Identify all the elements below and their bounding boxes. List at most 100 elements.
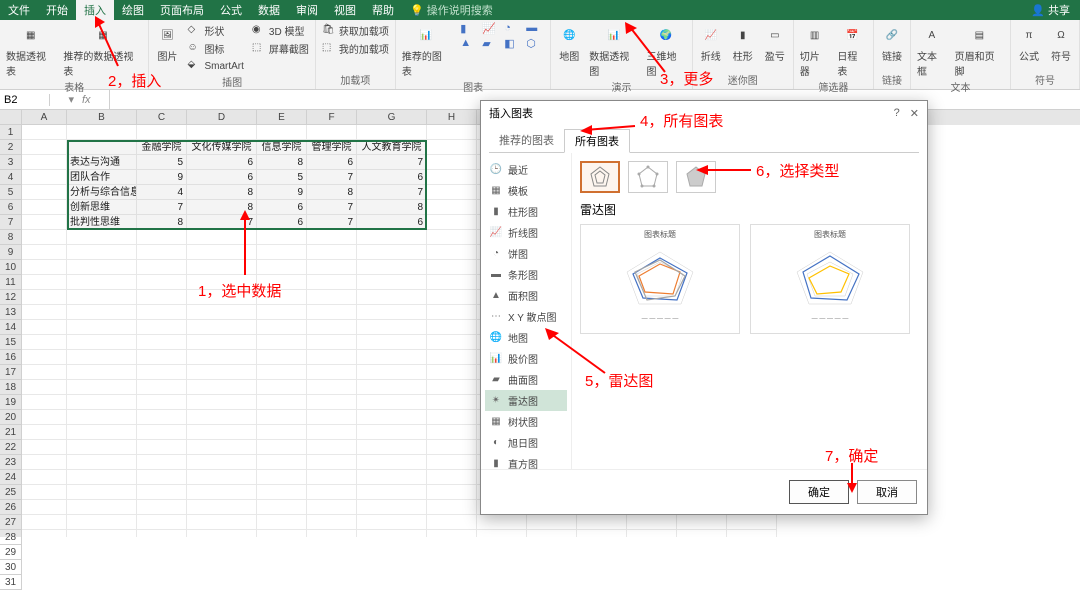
cell[interactable] [22,320,67,335]
cell[interactable] [187,260,257,275]
cell[interactable] [357,275,427,290]
ribbon-btn[interactable]: 📊推荐的图表 [400,22,452,79]
row-header[interactable]: 2 [0,140,22,155]
chart-category-item[interactable]: ⋯X Y 散点图 [485,306,567,327]
cell[interactable] [307,335,357,350]
cell[interactable] [137,515,187,530]
cell[interactable]: 8 [137,215,187,230]
col-header[interactable]: G [357,110,427,125]
row-header[interactable]: 6 [0,200,22,215]
cell[interactable]: 8 [187,200,257,215]
ribbon-btn[interactable]: ◇形状 [185,22,245,39]
cell[interactable]: 7 [357,185,427,200]
chart-type-icon[interactable]: ▮ [460,22,480,35]
cell[interactable] [187,275,257,290]
cell[interactable] [187,485,257,500]
radar-subtype-filled[interactable] [676,161,716,193]
cell[interactable] [357,320,427,335]
cell[interactable] [307,125,357,140]
cell[interactable] [427,440,477,455]
cell[interactable] [137,380,187,395]
cell[interactable] [577,515,627,530]
cell[interactable] [67,230,137,245]
row-header[interactable]: 12 [0,290,22,305]
row-header[interactable]: 20 [0,410,22,425]
cell[interactable] [427,140,477,155]
cell[interactable] [67,275,137,290]
cell[interactable] [187,410,257,425]
row-header[interactable]: 4 [0,170,22,185]
cell[interactable] [357,410,427,425]
cell[interactable] [67,335,137,350]
ribbon-btn[interactable]: Ω符号 [1047,22,1075,64]
cell[interactable]: 团队合作 [67,170,137,185]
cell[interactable]: 文化传媒学院 [187,140,257,155]
cell[interactable] [67,515,137,530]
ribbon-btn[interactable]: A文本框 [915,22,949,79]
cell[interactable] [357,515,427,530]
cell[interactable] [357,395,427,410]
cell[interactable] [137,305,187,320]
cell[interactable] [257,245,307,260]
cell[interactable]: 表达与沟通 [67,155,137,170]
cell[interactable] [22,215,67,230]
cell[interactable] [67,470,137,485]
cell[interactable] [257,485,307,500]
cell[interactable] [187,335,257,350]
cell[interactable] [307,410,357,425]
cell[interactable]: 6 [257,200,307,215]
cell[interactable] [357,305,427,320]
cell[interactable] [427,515,477,530]
cell[interactable] [727,515,777,530]
cell[interactable] [427,260,477,275]
cell[interactable] [257,425,307,440]
cell[interactable] [257,500,307,515]
cell[interactable] [427,215,477,230]
dialog-close-icon[interactable]: ✕ [910,107,919,120]
ribbon-btn[interactable]: ☺图标 [185,40,245,57]
cell[interactable] [187,290,257,305]
cell[interactable] [67,455,137,470]
cell[interactable] [257,380,307,395]
cell[interactable] [257,395,307,410]
cell[interactable] [67,485,137,500]
cell[interactable] [257,350,307,365]
row-header[interactable]: 24 [0,470,22,485]
cell[interactable] [357,260,427,275]
cell[interactable]: 管理学院 [307,140,357,155]
row-header[interactable]: 26 [0,500,22,515]
cell[interactable] [67,125,137,140]
cell[interactable] [187,125,257,140]
cell[interactable] [187,395,257,410]
cell[interactable] [357,350,427,365]
ribbon-btn[interactable]: ▦推荐的数据透视表 [61,22,144,79]
cell[interactable] [427,350,477,365]
cell[interactable] [67,305,137,320]
cell[interactable] [427,275,477,290]
cell[interactable] [137,485,187,500]
cell[interactable] [307,320,357,335]
col-header[interactable]: F [307,110,357,125]
row-header[interactable]: 29 [0,545,22,560]
col-header[interactable]: C [137,110,187,125]
cell[interactable] [22,305,67,320]
ribbon-btn[interactable]: π公式 [1015,22,1043,64]
chart-category-item[interactable]: 🕒最近 [485,159,567,180]
chart-type-icon[interactable]: 📈 [482,22,502,35]
cell[interactable] [427,500,477,515]
cell[interactable] [22,365,67,380]
col-header[interactable]: H [427,110,477,125]
cell[interactable] [22,275,67,290]
cell[interactable] [22,230,67,245]
cell[interactable] [307,260,357,275]
cell[interactable] [187,380,257,395]
cell[interactable] [187,320,257,335]
cell[interactable] [187,470,257,485]
cell[interactable]: 7 [307,170,357,185]
row-header[interactable]: 17 [0,365,22,380]
tab-view[interactable]: 视图 [326,0,364,21]
cell[interactable]: 分析与综合信息 [67,185,137,200]
cell[interactable] [137,470,187,485]
row-header[interactable]: 30 [0,560,22,575]
cell[interactable] [307,395,357,410]
